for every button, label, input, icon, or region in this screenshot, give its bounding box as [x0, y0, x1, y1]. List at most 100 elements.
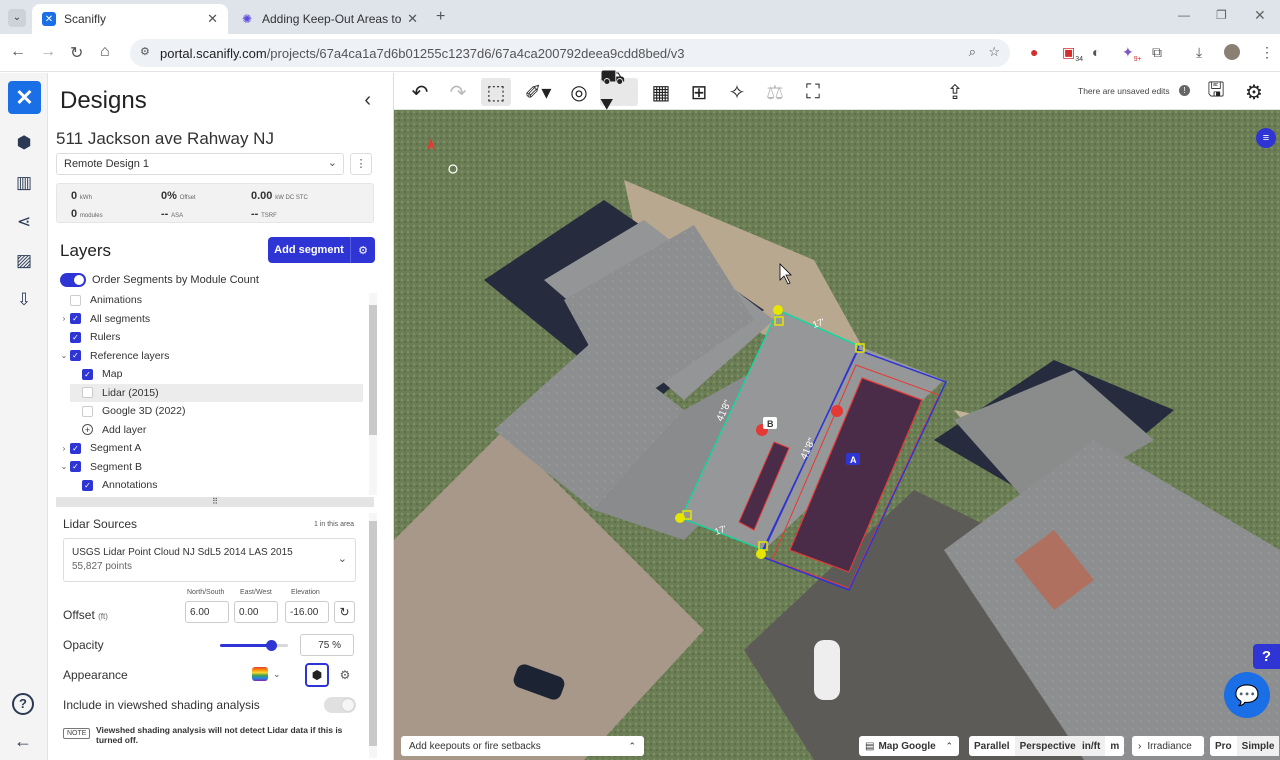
layer-row[interactable]: ✓ Rulers [58, 328, 363, 346]
collapse-panel-icon[interactable]: ‹ [364, 89, 371, 112]
simple-mode-button[interactable]: Simple [1236, 736, 1280, 756]
export-download-icon[interactable]: ⇩ [12, 288, 36, 312]
east-west-input[interactable]: 0.00 [234, 601, 278, 623]
design-select[interactable]: Remote Design 1 ⌄ [56, 153, 344, 175]
cart-icon[interactable]: ⛟▾ [600, 67, 638, 114]
design-more-button[interactable]: ⋮ [350, 153, 372, 175]
back-arrow-icon[interactable]: ← [14, 731, 32, 752]
profile-avatar[interactable] [1224, 44, 1240, 60]
layer-checkbox[interactable]: ✓ [82, 479, 93, 491]
extension-badge-icon[interactable]: ▣34 [1062, 44, 1083, 63]
imperial-units-button[interactable]: in/ft [1077, 736, 1106, 756]
order-segments-toggle[interactable] [60, 273, 86, 287]
tab-search-icon[interactable]: ⌄ [8, 9, 26, 27]
layer-row[interactable]: ⌄ ✓ Segment B [58, 458, 363, 476]
designs-cube-icon[interactable]: ⬢ [12, 131, 36, 155]
grid-icon[interactable]: ⊞ [684, 78, 714, 106]
analytics-chart-icon[interactable]: ▥ [12, 171, 36, 195]
forward-icon[interactable]: → [40, 43, 56, 61]
color-ramp-icon[interactable] [252, 667, 268, 681]
opacity-slider[interactable] [220, 640, 288, 651]
vertex-handle[interactable] [773, 305, 783, 315]
layer-row[interactable]: ⌄ ✓ Reference layers [58, 347, 363, 365]
add-segment-settings-icon[interactable]: ⚙ [350, 237, 375, 263]
reload-icon[interactable]: ↻ [70, 43, 83, 63]
layer-row[interactable]: › ✓ All segments [58, 310, 363, 328]
map-viewport[interactable]: 17' 41'8" 41'8" 17' A B [394, 110, 1280, 760]
chat-bubble-icon[interactable]: 💬 [1224, 672, 1270, 718]
viewshed-toggle[interactable] [324, 697, 356, 713]
pro-mode-button[interactable]: Pro [1210, 736, 1237, 756]
layer-row[interactable]: ✓ Annotations [70, 476, 363, 494]
info-icon[interactable]: ! [1179, 85, 1190, 96]
map-menu-icon[interactable]: ≡ [1256, 128, 1276, 148]
lidar-source-select[interactable]: USGS Lidar Point Cloud NJ SdL5 2014 LAS … [63, 538, 356, 582]
image-edit-icon[interactable]: ⛶ [798, 78, 828, 106]
chevron-down-icon[interactable]: ⌄ [273, 669, 281, 680]
reset-offset-icon[interactable]: ↻ [334, 601, 355, 623]
layer-checkbox[interactable]: ✓ [82, 368, 93, 380]
minimize-icon[interactable]: — [1178, 8, 1190, 22]
close-tab-icon[interactable]: ✕ [407, 11, 418, 27]
share-icon[interactable]: ⋖ [12, 210, 36, 234]
extension-record-icon[interactable]: ● [1030, 44, 1038, 60]
solid-cube-appearance-icon[interactable]: ⬢ [305, 663, 329, 687]
zoom-icon[interactable]: ⌕ [969, 44, 976, 60]
add-segment-button[interactable]: Add segment [268, 237, 350, 263]
gear-icon[interactable]: ⚙ [1239, 78, 1269, 106]
segment-b-label[interactable]: B [767, 419, 774, 429]
opacity-input[interactable]: 75 % [300, 634, 354, 656]
orbit-icon[interactable]: ◎ [564, 78, 594, 106]
bookmark-star-icon[interactable]: ☆ [988, 44, 1000, 60]
upload-icon[interactable]: ⇪ [940, 78, 970, 106]
parallel-view-button[interactable]: Parallel [969, 736, 1015, 756]
layer-checkbox[interactable]: ✓ [70, 461, 81, 472]
address-bar[interactable]: ⚙ portal.scanifly.com/projects/67a4ca1a7… [130, 39, 1010, 67]
panel-edit-icon[interactable]: ▦ [646, 78, 676, 106]
segment-a-label[interactable]: A [850, 455, 857, 465]
layer-row[interactable]: › ✓ Segment A [58, 439, 363, 457]
close-tab-icon[interactable]: ✕ [207, 11, 218, 27]
scale-icon[interactable]: ⚖ [760, 78, 790, 106]
new-tab-icon[interactable]: + [436, 8, 445, 26]
layer-checkbox[interactable] [82, 405, 93, 417]
bulb-icon[interactable]: ✧ [722, 78, 752, 106]
extension-puzzle-badge-icon[interactable]: ✦9+ [1122, 44, 1142, 63]
layers-scrollbar[interactable] [369, 293, 377, 495]
close-window-icon[interactable]: ✕ [1254, 7, 1266, 24]
azimuth-marker[interactable] [831, 405, 843, 417]
tab-scanifly[interactable]: ✕ Scanifly ✕ [32, 4, 228, 34]
layer-row[interactable]: + Add layer [70, 421, 363, 439]
map-source-select[interactable]: ▤ Map Google ⌃ [859, 736, 959, 756]
redo-icon[interactable]: ↷ [443, 78, 473, 106]
layer-checkbox[interactable]: ✓ [70, 313, 81, 324]
opacity-slider-handle[interactable] [266, 640, 277, 651]
point-cloud-appearance-icon[interactable]: ⚙ [336, 665, 354, 685]
extensions-icon[interactable]: ⧉ [1152, 44, 1162, 61]
chevron-down-icon[interactable]: ⌄ [58, 351, 70, 360]
elevation-input[interactable]: -16.00 [285, 601, 329, 623]
irradiance-button[interactable]: › Irradiance [1132, 736, 1204, 756]
panel-splitter-handle[interactable]: ⠿ [56, 497, 374, 507]
site-info-icon[interactable]: ⚙ [140, 45, 150, 58]
save-icon[interactable]: 🖫 [1201, 78, 1231, 106]
metric-units-button[interactable]: m [1105, 736, 1124, 756]
layer-row[interactable]: Animations [58, 291, 363, 309]
add-layer-icon[interactable]: + [82, 424, 93, 435]
tab-help-article[interactable]: ✺ Adding Keep-Out Areas to Roo ✕ [230, 4, 428, 34]
cube-icon[interactable]: ⬚ [481, 78, 511, 106]
back-icon[interactable]: ← [10, 43, 26, 61]
maximize-icon[interactable]: ❐ [1216, 8, 1227, 22]
images-icon[interactable]: ▨ [12, 249, 36, 273]
help-button[interactable]: ? [1253, 644, 1280, 669]
scanifly-logo[interactable]: ✕ [8, 81, 41, 114]
layer-checkbox[interactable]: ✓ [70, 350, 81, 361]
layer-checkbox[interactable] [82, 387, 93, 398]
keepouts-dropdown[interactable]: Add keepouts or fire setbacks ⌃ [401, 736, 644, 756]
perspective-view-button[interactable]: Perspective [1014, 736, 1081, 756]
chevron-right-icon[interactable]: › [58, 444, 70, 453]
settings-scrollbar[interactable] [369, 513, 377, 758]
help-icon[interactable]: ? [12, 693, 34, 715]
download-icon[interactable]: ⤓ [1196, 44, 1202, 61]
extension-g-icon[interactable]: ◐ [1092, 44, 1100, 60]
